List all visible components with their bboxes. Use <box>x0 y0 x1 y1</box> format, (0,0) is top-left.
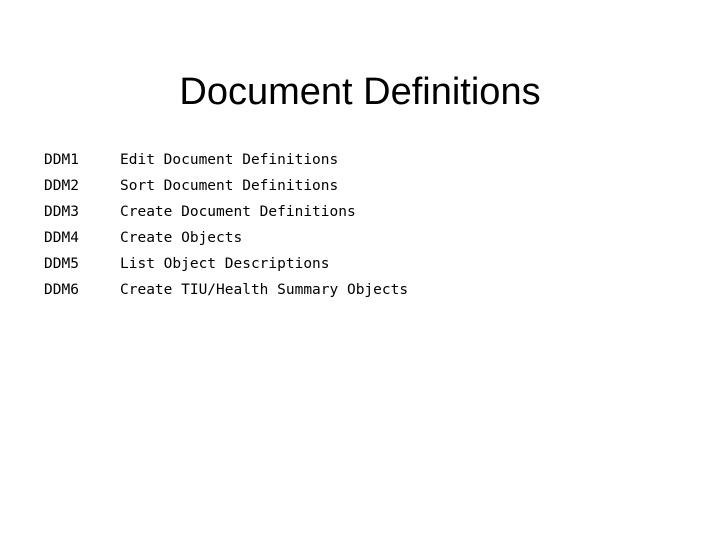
menu-item-description: Create TIU/Health Summary Objects <box>120 282 409 298</box>
menu-item-description: Edit Document Definitions <box>120 152 339 168</box>
menu-item-code: DDM2 <box>44 178 79 194</box>
menu-item-description: Create Objects <box>120 230 243 246</box>
menu-item-description: Sort Document Definitions <box>120 178 339 194</box>
menu-item-code: DDM6 <box>44 282 79 298</box>
menu-item-description: List Object Descriptions <box>120 256 330 272</box>
menu-item-code: DDM4 <box>44 230 79 246</box>
list-item[interactable]: DDM4 Create Objects <box>44 225 684 251</box>
list-item[interactable]: DDM3 Create Document Definitions <box>44 199 684 225</box>
menu-item-code: DDM1 <box>44 152 79 168</box>
menu-item-code: DDM5 <box>44 256 79 272</box>
page-title: Document Definitions <box>179 71 541 114</box>
list-item[interactable]: DDM5 List Object Descriptions <box>44 251 684 277</box>
slide-canvas: Document Definitions DDM1 Edit Document … <box>0 0 720 540</box>
menu-item-code: DDM3 <box>44 204 79 220</box>
menu-item-description: Create Document Definitions <box>120 204 356 220</box>
list-item[interactable]: DDM1 Edit Document Definitions <box>44 147 684 173</box>
menu-option-list: DDM1 Edit Document Definitions DDM2 Sort… <box>44 147 684 303</box>
list-item[interactable]: DDM2 Sort Document Definitions <box>44 173 684 199</box>
list-item[interactable]: DDM6 Create TIU/Health Summary Objects <box>44 277 684 303</box>
